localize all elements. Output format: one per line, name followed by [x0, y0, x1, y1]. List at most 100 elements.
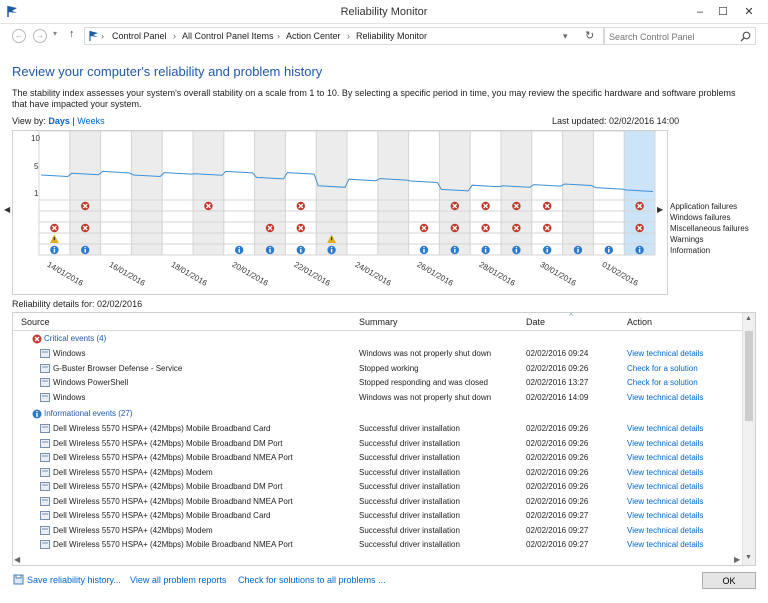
refresh-icon[interactable]: ↻ [585, 29, 594, 42]
error-icon[interactable] [635, 223, 644, 233]
recent-pages-icon[interactable]: ▾ [53, 29, 63, 38]
info-icon[interactable] [419, 245, 429, 255]
check-solutions-link[interactable]: Check for solutions to all problems ... [238, 575, 386, 585]
chart-column[interactable] [131, 131, 163, 255]
chart-column[interactable] [254, 131, 286, 255]
view-all-reports-link[interactable]: View all problem reports [130, 575, 226, 585]
error-icon[interactable] [204, 201, 213, 211]
table-row[interactable]: Dell Wireless 5570 HSPA+ (42Mbps) Mobile… [13, 509, 743, 523]
info-icon[interactable] [635, 245, 644, 255]
table-row[interactable]: Dell Wireless 5570 HSPA+ (42Mbps) Mobile… [13, 422, 743, 436]
back-button[interactable]: ← [12, 29, 26, 43]
error-icon[interactable] [635, 201, 644, 211]
breadcrumb-reliability-monitor[interactable]: Reliability Monitor [356, 31, 427, 41]
row-action-link[interactable]: View technical details [627, 424, 703, 433]
table-row[interactable]: G-Buster Browser Defense - Service Stoppe… [13, 362, 743, 376]
error-icon[interactable] [450, 223, 459, 233]
table-row[interactable]: Dell Wireless 5570 HSPA+ (42Mbps) Mobile… [13, 538, 743, 552]
error-icon[interactable] [481, 201, 490, 211]
table-row[interactable]: Dell Wireless 5570 HSPA+ (42Mbps) Modem S… [13, 524, 743, 538]
ok-button[interactable]: OK [702, 572, 756, 589]
up-arrow-icon[interactable]: ↑ [69, 28, 75, 40]
error-icon[interactable] [265, 223, 275, 233]
info-icon[interactable] [512, 245, 521, 255]
error-icon[interactable] [296, 223, 305, 233]
info-icon[interactable] [235, 245, 244, 255]
info-icon[interactable] [327, 245, 336, 255]
row-action-link[interactable]: Check for a solution [627, 364, 698, 373]
column-date[interactable]: Date [526, 317, 545, 327]
table-row[interactable]: Dell Wireless 5570 HSPA+ (42Mbps) Mobile… [13, 495, 743, 509]
table-row[interactable]: Dell Wireless 5570 HSPA+ (42Mbps) Mobile… [13, 480, 743, 494]
info-icon[interactable] [481, 245, 490, 255]
scroll-right-icon[interactable]: ▶ [657, 205, 663, 214]
row-action-link[interactable]: View technical details [627, 439, 703, 448]
maximize-button[interactable]: ☐ [713, 4, 733, 20]
chart-column[interactable] [439, 131, 471, 255]
save-history-link[interactable]: Save reliability history... [27, 575, 121, 585]
error-icon[interactable] [481, 223, 490, 233]
error-icon[interactable] [512, 201, 521, 211]
group-informational-events[interactable]: Informational events (27) [13, 407, 743, 421]
group-critical-events[interactable]: Critical events (4) [13, 332, 743, 346]
vertical-scrollbar[interactable]: ▲ ▼ [742, 313, 755, 565]
error-icon[interactable] [450, 201, 459, 211]
search-icon[interactable] [740, 31, 751, 42]
info-icon[interactable] [573, 245, 583, 255]
error-icon[interactable] [81, 223, 90, 233]
search-input[interactable] [609, 30, 737, 43]
error-icon[interactable] [50, 223, 59, 233]
warning-icon[interactable] [49, 234, 59, 244]
chart-column[interactable] [377, 131, 409, 255]
h-scroll-left-icon[interactable]: ◀ [14, 555, 20, 564]
row-action-link[interactable]: View technical details [627, 526, 703, 535]
search-box[interactable] [604, 27, 756, 45]
info-icon[interactable] [604, 245, 613, 255]
row-action-link[interactable]: View technical details [627, 482, 703, 491]
row-action-link[interactable]: View technical details [627, 497, 703, 506]
error-icon[interactable] [512, 223, 521, 233]
error-icon[interactable] [81, 201, 90, 211]
table-row[interactable]: Dell Wireless 5570 HSPA+ (42Mbps) Modem S… [13, 466, 743, 480]
column-summary[interactable]: Summary [359, 317, 398, 327]
h-scroll-right-icon[interactable]: ▶ [734, 555, 740, 564]
row-action-link[interactable]: Check for a solution [627, 378, 698, 387]
stability-chart[interactable]: 10 5 1 14/01/2016 16/01/2016 18/01/2016 20/… [12, 130, 668, 295]
details-table[interactable]: Source Summary Date ˄ Action Critical ev… [12, 312, 756, 566]
address-dropdown-icon[interactable]: ▾ [563, 31, 568, 42]
view-days-link[interactable]: Days [48, 116, 70, 126]
chart-column[interactable] [501, 131, 532, 255]
info-icon[interactable] [543, 245, 552, 255]
scroll-up-icon[interactable]: ▲ [745, 315, 752, 322]
scroll-down-icon[interactable]: ▼ [745, 554, 752, 561]
breadcrumb-control-panel[interactable]: Control Panel [112, 31, 167, 41]
chart-column[interactable] [562, 131, 594, 255]
chart-column[interactable] [624, 131, 655, 255]
row-action-link[interactable]: View technical details [627, 453, 703, 462]
scroll-left-icon[interactable]: ◀ [4, 205, 10, 214]
error-icon[interactable] [419, 223, 429, 233]
error-icon[interactable] [543, 201, 552, 211]
minimize-button[interactable]: – [690, 4, 710, 20]
breadcrumb-all-items[interactable]: All Control Panel Items [182, 31, 274, 41]
row-action-link[interactable]: View technical details [627, 540, 703, 549]
row-action-link[interactable]: View technical details [627, 468, 703, 477]
error-icon[interactable] [296, 201, 305, 211]
table-row[interactable]: Windows PowerShell Stopped responding and… [13, 376, 743, 390]
chart-column[interactable] [193, 131, 224, 255]
table-row[interactable]: Windows Windows was not properly shut dow… [13, 391, 743, 405]
table-row[interactable]: Windows Windows was not properly shut dow… [13, 347, 743, 361]
breadcrumb[interactable]: › Control Panel › All Control Panel Item… [84, 27, 604, 45]
info-icon[interactable] [450, 245, 459, 255]
info-icon[interactable] [265, 245, 275, 255]
chart-column[interactable] [69, 131, 101, 255]
info-icon[interactable] [81, 245, 90, 255]
forward-button[interactable]: → [33, 29, 47, 43]
breadcrumb-action-center[interactable]: Action Center [286, 31, 341, 41]
view-weeks-link[interactable]: Weeks [77, 116, 104, 126]
column-source[interactable]: Source [21, 317, 50, 327]
row-action-link[interactable]: View technical details [627, 349, 703, 358]
scrollbar-thumb[interactable] [745, 331, 753, 421]
close-button[interactable]: ✕ [739, 4, 759, 20]
row-action-link[interactable]: View technical details [627, 511, 703, 520]
